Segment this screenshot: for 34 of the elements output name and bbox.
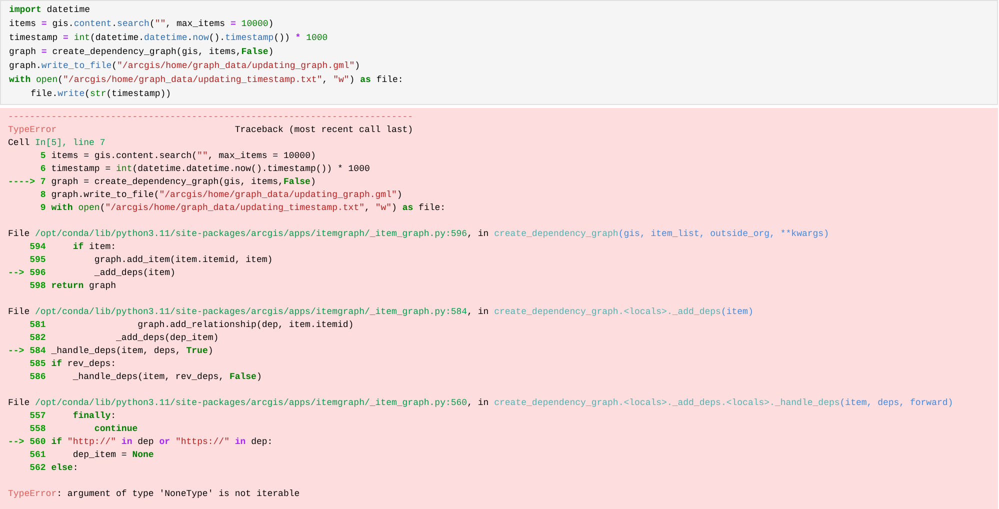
traceback-line: --------------------------------------------------------------------------- — [8, 111, 414, 124]
traceback-line: 558 continue — [28, 423, 138, 436]
traceback-line: 6 timestamp = int(datetime.datetime.now().timestamp()) * 1000 — [39, 163, 370, 176]
traceback-line: File /opt/conda/lib/python3.11/site-packages/arcgis/apps/itemgraph/_item_graph.py:584, in create_dependency_graph.<locals>._add_deps(item) — [8, 306, 754, 319]
traceback-line: 581 graph.add_relationship(dep, item.itemid) — [28, 319, 354, 332]
traceback-line: 598 return graph — [28, 280, 116, 293]
traceback-line: Cell In[5], line 7 — [8, 137, 106, 150]
traceback-line: File /opt/conda/lib/python3.11/site-packages/arcgis/apps/itemgraph/_item_graph.py:560, in create_dependency_graph.<locals>._add_deps.<locals>._handle_deps(item, deps, forward) — [8, 397, 954, 410]
traceback-line: File /opt/conda/lib/python3.11/site-packages/arcgis/apps/itemgraph/_item_graph.py:596, in create_dependency_graph(gis, item_list, outside_org, **kwargs) — [8, 228, 829, 241]
traceback-line: 562 else: — [28, 462, 78, 475]
code-line: file.write(str(timestamp)) — [30, 88, 172, 101]
traceback-line: TypeError Traceback (most recent call last) — [8, 124, 414, 137]
traceback-line: 561 dep_item = None — [28, 449, 154, 462]
traceback-line: --> 560 if "http://" in dep or "https://" in dep: — [8, 436, 273, 449]
code-line: with open("/arcgis/home/graph_data/updating_timestamp.txt", "w") as file: — [9, 74, 404, 87]
code-line: timestamp = int(datetime.datetime.now().timestamp()) * 1000 — [9, 32, 328, 45]
traceback-line: --> 584 _handle_deps(item, deps, True) — [8, 345, 214, 358]
traceback-line: 586 _handle_deps(item, rev_deps, False) — [28, 371, 262, 384]
code-line: items = gis.content.search("", max_items = 10000) — [9, 18, 274, 31]
traceback-line: 595 graph.add_item(item.itemid, item) — [28, 254, 273, 267]
code-line: graph = create_dependency_graph(gis, items,False) — [9, 46, 274, 59]
traceback-line: ----> 7 graph = create_dependency_graph(gis, items,False) — [8, 176, 316, 189]
traceback-line: TypeError: argument of type 'NoneType' is not iterable — [8, 488, 300, 501]
traceback-line: 557 finally: — [28, 410, 116, 423]
traceback-line: --> 596 _add_deps(item) — [8, 267, 176, 280]
code-line: graph.write_to_file("/arcgis/home/graph_data/updating_graph.gml") — [9, 60, 360, 73]
traceback-line: 5 items = gis.content.search("", max_items = 10000) — [39, 150, 316, 163]
traceback-line: 585 if rev_deps: — [28, 358, 116, 371]
traceback-line: 8 graph.write_to_file("/arcgis/home/graph_data/updating_graph.gml") — [39, 189, 402, 202]
traceback-line: 582 _add_deps(dep_item) — [28, 332, 219, 345]
traceback-line: 594 if item: — [28, 241, 116, 254]
code-cell[interactable] — [0, 0, 998, 105]
traceback-line: 9 with open("/arcgis/home/graph_data/updating_timestamp.txt", "w") as file: — [39, 202, 446, 215]
code-line: import datetime — [9, 4, 90, 17]
